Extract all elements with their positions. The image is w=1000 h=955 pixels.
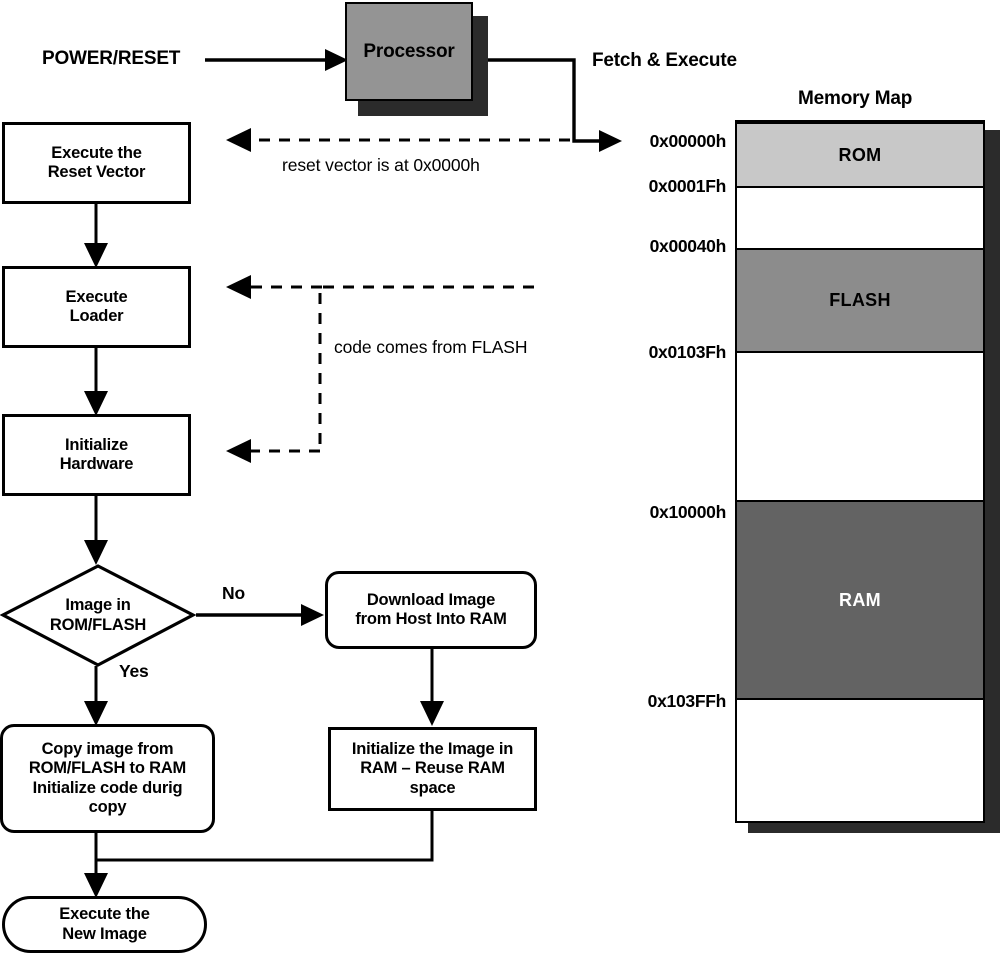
- node-download-image[interactable]: Download Image from Host Into RAM: [325, 571, 537, 649]
- node-label: Execute Loader: [65, 287, 128, 325]
- node-execute-reset-vector[interactable]: Execute the Reset Vector: [2, 122, 191, 204]
- node-execute-loader[interactable]: Execute Loader: [2, 266, 191, 348]
- processor-label: Processor: [363, 40, 455, 62]
- diagram-canvas: POWER/RESET Fetch & Execute reset vector…: [0, 0, 1000, 955]
- memory-segment-label: RAM: [839, 589, 881, 610]
- node-label: Copy image from ROM/FLASH to RAM Initializ…: [28, 739, 187, 816]
- memory-address-0x10000h: 0x10000h: [649, 502, 727, 522]
- node-initialize-hardware[interactable]: Initialize Hardware: [2, 414, 191, 496]
- fetch-execute-label: Fetch & Execute: [592, 50, 737, 71]
- memory-segment-label: FLASH: [829, 290, 891, 310]
- node-initialize-image-in-ram[interactable]: Initialize the Image in RAM – Reuse RAM sp…: [328, 727, 537, 811]
- node-execute-new-image[interactable]: Execute the New Image: [2, 896, 207, 953]
- code-from-flash-note: code comes from FLASH: [334, 337, 528, 357]
- power-reset-label: POWER/RESET: [42, 48, 181, 69]
- memory-address-0x00000h: 0x00000h: [649, 131, 727, 151]
- memory-map-title: Memory Map: [798, 88, 913, 109]
- memory-address-0x00040h: 0x00040h: [649, 236, 727, 256]
- node-label: Initialize the Image in RAM – Reuse RAM sp…: [351, 739, 514, 797]
- node-label: Execute the New Image: [59, 905, 150, 943]
- node-label: Download Image from Host Into RAM: [355, 590, 507, 628]
- processor-block[interactable]: Processor: [345, 2, 473, 101]
- memory-address-0x103FFh: 0x103FFh: [647, 691, 727, 711]
- memory-segment-rom[interactable]: ROM: [737, 122, 983, 188]
- memory-address-0x0103Fh: 0x0103Fh: [648, 342, 727, 362]
- node-label: Initialize Hardware: [59, 435, 134, 473]
- memory-map-frame[interactable]: [735, 120, 985, 823]
- node-label: Image in ROM/FLASH: [49, 596, 147, 634]
- branch-no-label: No: [222, 583, 245, 603]
- node-label: Execute the Reset Vector: [47, 143, 146, 181]
- memory-address-0x0001Fh: 0x0001Fh: [648, 176, 727, 196]
- reset-vector-note: reset vector is at 0x0000h: [282, 155, 480, 175]
- memory-segment-label: ROM: [838, 144, 882, 165]
- node-copy-image[interactable]: Copy image from ROM/FLASH to RAM Initializ…: [0, 724, 215, 833]
- memory-segment-flash[interactable]: FLASH: [737, 248, 983, 353]
- memory-segment-ram[interactable]: RAM: [737, 500, 983, 700]
- node-decision-image-in-rom-flash[interactable]: Image in ROM/FLASH: [0, 563, 196, 668]
